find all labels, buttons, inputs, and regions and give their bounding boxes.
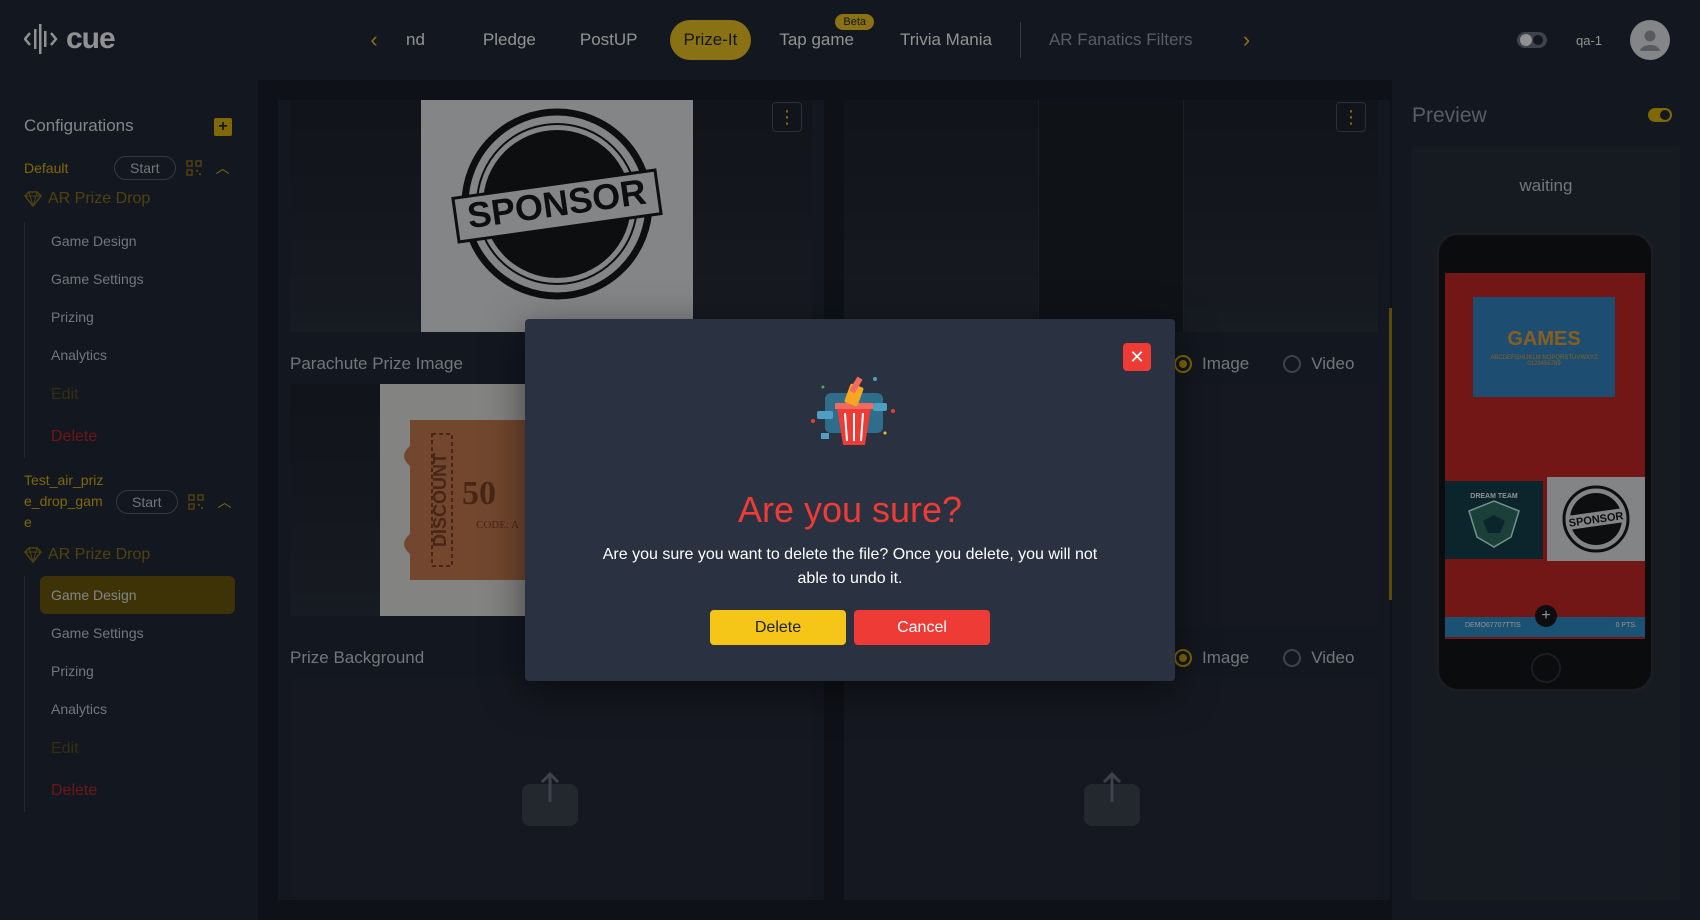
modal-message: Are you sure you want to delete the file…: [602, 546, 1098, 587]
delete-button[interactable]: Delete: [710, 610, 846, 645]
close-icon[interactable]: ✕: [1123, 343, 1151, 371]
trash-bin-illustration-icon: [811, 376, 895, 445]
modal-title: Are you sure?: [737, 489, 963, 530]
cancel-button[interactable]: Cancel: [854, 610, 990, 645]
confirm-delete-modal: ✕ Are you sure? Are you sure you want to…: [525, 319, 1175, 681]
